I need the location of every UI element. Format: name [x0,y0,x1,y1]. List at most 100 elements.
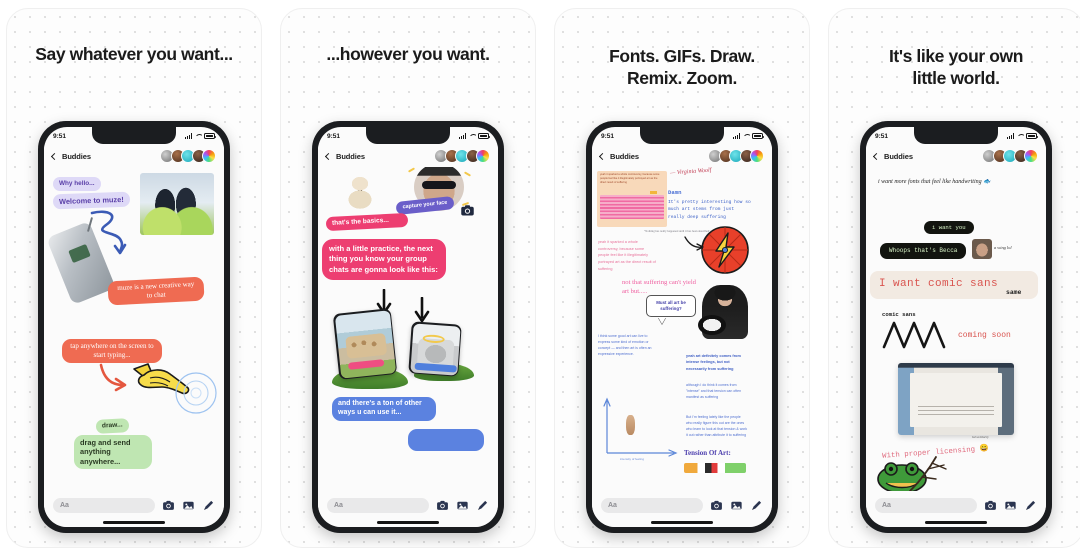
chat-title: Buddies [610,151,639,161]
tiny-figure-sticker[interactable] [626,415,635,435]
camera-icon[interactable] [710,499,723,512]
chat-canvas-3[interactable]: yeah it sparked a whole controversy, bec… [592,167,772,491]
msg-sparked-controversy: yeah it sparked a whole controversy, bec… [598,240,656,271]
bubble-tap-anywhere[interactable]: tap anywhere on the screen to start typi… [62,339,162,363]
avatar-stack[interactable] [982,149,1038,163]
label-coming-soon: coming soon [958,331,1011,340]
home-indicator [651,520,713,524]
home-indicator [103,520,165,524]
camera-icon[interactable] [162,499,175,512]
bubble-capture-your-face[interactable]: capture your face [395,196,455,215]
promo-card-4: It's like your own little world. 9:51 Bu… [828,8,1080,548]
twig-branch-sticker[interactable] [906,451,950,491]
back-chevron-icon[interactable] [598,152,607,160]
page-title: ...however you want. [326,44,490,64]
avatar[interactable] [476,149,490,163]
battery-icon [204,133,216,139]
battery-icon [1026,133,1038,139]
status-time: 9:51 [601,132,615,140]
back-chevron-icon[interactable] [872,152,881,160]
mini-bubble [347,358,384,370]
bubble-must-all-art-be-suffering[interactable]: Must all art be suffering? [646,295,696,317]
status-bar: 9:51 [592,127,772,145]
sparkle-dash [407,167,416,173]
blue-bubble-partial[interactable] [408,429,484,451]
chat-canvas-2[interactable]: capture your face that's the basics... w… [318,167,498,491]
red-circle-lightning-sticker[interactable] [700,225,750,275]
wifi-icon [469,133,476,139]
photo-icon[interactable] [456,499,469,512]
wifi-icon [1017,133,1024,139]
avatar-stack[interactable] [160,149,216,163]
bubble-with-a-little-practice[interactable]: with a little practice, the next thing y… [322,239,446,280]
home-indicator [925,520,987,524]
bubble-thats-the-basics[interactable]: that's the basics... [325,212,409,232]
phone-mockup-3: 9:51 Buddies yeah it sparked a whole con… [586,121,778,533]
flip-phone-sticker[interactable] [46,221,116,305]
pencil-icon[interactable] [476,499,489,512]
phone-screen-3: 9:51 Buddies yeah it sparked a whole con… [592,127,772,527]
message-input[interactable]: Aa [327,497,429,513]
message-input[interactable]: Aa [601,497,703,513]
page-title: It's like your own little world. [839,45,1073,90]
back-chevron-icon[interactable] [324,152,333,160]
signal-bars-icon [458,133,466,139]
battery-icon [752,133,764,139]
back-chevron-icon[interactable] [50,152,59,160]
bubble-muze-is-new[interactable]: muze is a new creative way to chat [107,276,205,305]
bubble-welcome-to-muze[interactable]: Welcome to muze! [52,191,130,210]
pencil-icon[interactable] [1024,499,1037,512]
red-curved-arrow [99,363,127,392]
phone-mockup-1: 9:51 Buddies Why hello... Welcome to muz… [38,121,230,533]
status-time: 9:51 [875,132,889,140]
promo-card-1: Say whatever you want... 9:51 Buddies Wh… [6,8,262,548]
chat-title: Buddies [884,151,913,161]
penguins-sticker[interactable] [140,173,214,235]
becca-face-sticker[interactable] [972,239,992,259]
avatar[interactable] [1024,149,1038,163]
photo-icon[interactable] [730,499,743,512]
bubble-i-want-you[interactable]: i want you [924,221,974,234]
composer-bar: Aa [592,491,772,527]
phone-mockup-2: 9:51 Buddies capture your face that's th… [312,121,504,533]
avatar[interactable] [750,149,764,163]
page-title-line-2: Remix. Zoom. [627,68,737,89]
bubble-ton-of-other-ways[interactable]: and there's a ton of other ways u can us… [332,397,436,421]
camera-icon[interactable] [436,499,449,512]
msg-although: although I do think it comes from "inten… [686,383,742,399]
sunglasses-shape [422,181,456,189]
phone-mockup-4: 9:51 Buddies i want more fonts that feel… [860,121,1052,533]
bubble-why-hello[interactable]: Why hello... [53,177,101,191]
pencil-icon[interactable] [750,499,763,512]
camera-sticker-icon[interactable] [460,203,475,218]
status-bar: 9:51 [44,127,224,145]
axis-label-intensity: intensity of feeling [620,457,645,461]
mini-phone-eggs[interactable] [332,308,398,380]
bubble-draw[interactable]: draw... [95,418,130,435]
chat-canvas-4[interactable]: i want more fonts that feel like handwri… [866,167,1046,491]
camera-icon[interactable] [984,499,997,512]
black-pointer-arrow [684,236,704,251]
bubble-drag-and-send[interactable]: drag and send anything anywhere... [74,435,152,469]
promo-card-2: ...however you want. 9:51 Buddies captur… [280,8,536,548]
avatar-stack[interactable] [434,149,490,163]
page-title-line-1: Fonts. GIFs. Draw. [609,46,755,66]
status-icon-group [732,133,764,139]
pencil-icon[interactable] [202,499,215,512]
composer-bar: Aa [44,491,224,527]
mini-phone-cat[interactable] [408,321,462,377]
photo-icon[interactable] [182,499,195,512]
photo-icon[interactable] [1004,499,1017,512]
avatar-stack[interactable] [708,149,764,163]
panda-plush-sticker [698,315,726,335]
chat-canvas-1[interactable]: Why hello... Welcome to muze! muze is a … [44,167,224,491]
puppy-sticker[interactable] [340,171,380,213]
pointing-hand-sticker[interactable] [128,359,194,405]
zigzag-scribble [882,321,946,349]
msg-pretty-interesting: It's pretty interesting how so much art … [668,200,751,220]
message-input[interactable]: Aa [875,497,977,513]
quote-attribution: — Virginia Woolf [669,167,712,177]
bubble-whoops-becca[interactable]: Whoops that's Becca [880,243,967,259]
avatar[interactable] [202,149,216,163]
message-input[interactable]: Aa [53,497,155,513]
